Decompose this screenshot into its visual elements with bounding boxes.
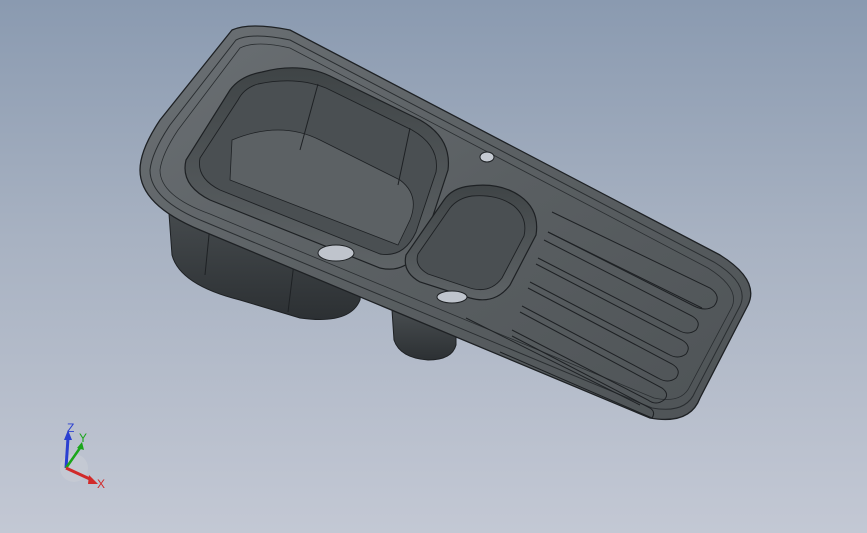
large-bowl-drain: [317, 244, 355, 262]
small-bowl-drain: [436, 290, 468, 304]
sink-model[interactable]: [0, 0, 867, 533]
axis-triad: Z Y X: [60, 421, 105, 491]
x-axis-label: X: [97, 477, 105, 491]
y-axis-label: Y: [79, 431, 87, 445]
tap-hole: [479, 151, 495, 163]
z-axis-label: Z: [67, 421, 74, 435]
3d-viewport[interactable]: Z Y X: [0, 0, 867, 533]
